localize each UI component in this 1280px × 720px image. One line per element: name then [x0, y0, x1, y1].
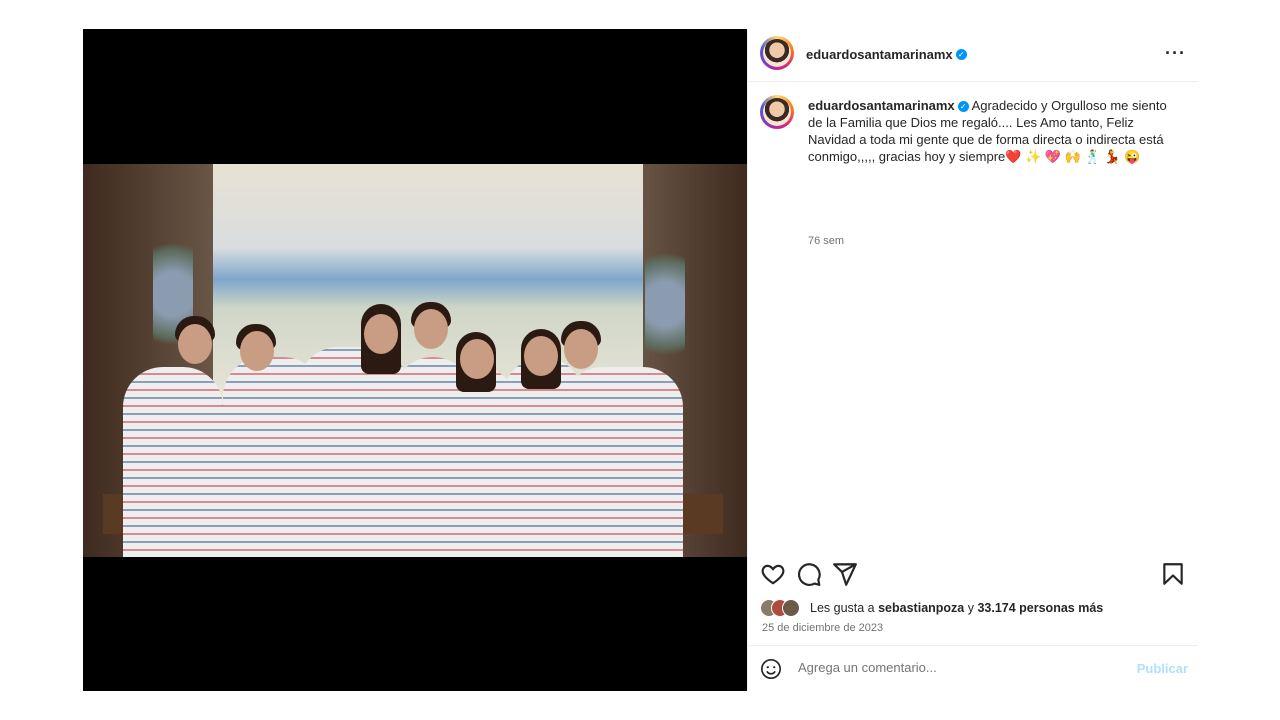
verified-badge-icon: ✓ [957, 101, 969, 113]
share-icon[interactable] [832, 561, 858, 587]
heart-icon[interactable] [760, 561, 786, 587]
likes-user[interactable]: sebastianpoza [878, 601, 964, 615]
comment-icon[interactable] [796, 561, 822, 587]
person-7 [563, 367, 683, 557]
liker-avatars [760, 599, 806, 617]
person-3-head [364, 314, 398, 354]
post-header: eduardosantamarinamx ✓ ··· [748, 29, 1198, 82]
caption-avatar[interactable] [760, 95, 794, 129]
likes-row: Les gusta a sebastianpoza y 33.174 perso… [760, 599, 1190, 619]
comment-bar: Publicar [748, 645, 1198, 692]
likes-middle: y [964, 601, 978, 615]
person-6-head [524, 336, 558, 376]
post-media[interactable] [83, 29, 747, 691]
person-1-head [178, 324, 212, 364]
publish-button[interactable]: Publicar [1137, 661, 1188, 676]
comment-input[interactable] [798, 660, 1098, 675]
post-sidebar: eduardosantamarinamx ✓ ··· eduardosantama… [747, 29, 1198, 691]
header-username[interactable]: eduardosantamarinamx [806, 47, 953, 62]
person-7-head [564, 329, 598, 369]
action-bar [748, 559, 1198, 589]
caption-time[interactable]: 76 sem [808, 235, 844, 247]
author-avatar[interactable] [760, 36, 794, 70]
caption-username[interactable]: eduardosantamarinamx [808, 98, 955, 113]
emoji-icon[interactable] [760, 658, 782, 680]
person-4-head [414, 309, 448, 349]
likes-text: Les gusta a sebastianpoza y 33.174 perso… [810, 601, 1103, 615]
instagram-post: eduardosantamarinamx ✓ ··· eduardosantama… [83, 29, 1198, 691]
person-5-head [460, 339, 494, 379]
likes-prefix: Les gusta a [810, 601, 879, 615]
garland-right [645, 234, 685, 374]
person-3 [298, 347, 408, 557]
post-date[interactable]: 25 de diciembre de 2023 [762, 622, 883, 634]
person-1 [123, 367, 223, 557]
more-options-icon[interactable]: ··· [1165, 43, 1186, 64]
person-2-head [240, 331, 274, 371]
header-user: eduardosantamarinamx ✓ [806, 46, 967, 64]
caption-text: eduardosantamarinamx ✓ Agradecido y Orgul… [808, 97, 1178, 165]
verified-badge-icon: ✓ [955, 49, 967, 61]
family-photo [83, 164, 747, 557]
likes-count[interactable]: 33.174 personas más [977, 601, 1103, 615]
bookmark-icon[interactable] [1160, 561, 1186, 587]
liker-avatar [782, 599, 800, 617]
